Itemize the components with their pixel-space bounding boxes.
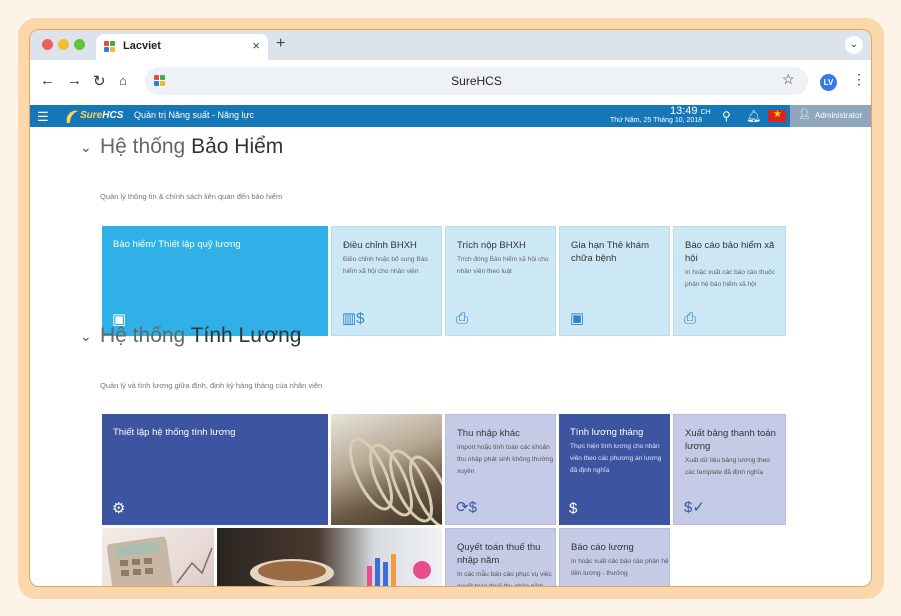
coin-cycle-icon: ⟳$ — [456, 499, 477, 516]
back-arrow-icon[interactable]: ← — [40, 72, 55, 89]
tile-insurance-report[interactable]: Báo cáo bảo hiểm xã hội In hoặc xuất các… — [673, 226, 786, 336]
lacviet-favicon-icon — [104, 41, 116, 53]
browser-menu-icon[interactable]: ⋮ — [852, 71, 866, 88]
calculator-photo — [102, 528, 214, 586]
tile-monthly-payroll[interactable]: Tính lương tháng Thực hiện tính lương ch… — [559, 414, 670, 525]
coffee-laptop-photo — [217, 528, 442, 586]
dollar-check-icon: $✓ — [684, 499, 705, 516]
clock-time: 13:49 CH — [670, 105, 711, 117]
collapse-payroll-chevron-icon[interactable]: ⌄ — [80, 328, 92, 345]
tab-close-icon[interactable]: × — [252, 38, 260, 53]
profile-avatar[interactable]: LV — [820, 74, 837, 91]
tab-search-chevron-icon[interactable]: ⌄ — [845, 36, 863, 54]
bookmark-star-icon[interactable]: ☆ — [782, 71, 795, 88]
vietnam-flag-icon[interactable]: ★ — [768, 109, 786, 122]
browser-tab[interactable]: Lacviet × — [96, 34, 268, 60]
money-icon: ▣ — [570, 310, 585, 327]
module-title[interactable]: Quản trị Năng suất - Năng lực — [134, 110, 254, 120]
user-name: Administrator — [815, 111, 863, 120]
tile-payroll-setup[interactable]: Thiết lập hệ thống tính lương ⚙ — [102, 414, 328, 525]
bell-icon[interactable]: 🔔︎ — [746, 109, 761, 123]
home-icon[interactable]: ⌂ — [119, 73, 127, 88]
minimize-window-button[interactable] — [58, 39, 69, 50]
printer-icon: ⎙ — [684, 310, 697, 327]
tile-adjust-bhxh[interactable]: Điều chỉnh BHXH Điều chỉnh hoặc bổ sung … — [331, 226, 442, 336]
tab-title: Lacviet — [123, 40, 161, 52]
money-bag-icon: $ — [569, 500, 578, 517]
tile-insurance-setup[interactable]: Bảo hiểm/ Thiết lập quỹ lương ▣ — [102, 226, 328, 336]
document-people-icon: ⎙ — [456, 310, 469, 327]
tile-annual-tax-settlement[interactable]: Quyết toán thuế thu nhập năm In các mẫu … — [445, 528, 556, 586]
search-icon[interactable]: ⚲ — [722, 109, 731, 123]
tile-payroll-report[interactable]: Báo cáo lương In hoặc xuất các báo cáo p… — [559, 528, 670, 586]
clock-date: Thứ Năm, 25 Tháng 10, 2018 — [610, 117, 703, 124]
url-input[interactable]: SureHCS — [145, 67, 808, 95]
main-content: ⌄ Hệ thống Bảo Hiểm Quản lý thông tin & … — [30, 127, 871, 586]
tile-renew-health-card[interactable]: Gia hạn Thẻ khám chữa bệnh ▣ — [559, 226, 670, 336]
app-header: ☰ SureHCS Quản trị Năng suất - Năng lực … — [30, 105, 871, 127]
maximize-window-button[interactable] — [74, 39, 85, 50]
insurance-section-subtitle: Quản lý thông tin & chính sách liên quan… — [100, 192, 283, 201]
forward-arrow-icon[interactable]: → — [67, 72, 82, 89]
money-building-icon: ▥$ — [342, 310, 365, 327]
user-icon: 👤︎ — [798, 109, 811, 120]
address-bar: ← → ↻ ⌂ SureHCS ☆ LV ⋮ — [30, 60, 871, 104]
payroll-section-subtitle: Quản lý và tính lương giữa định, định kỳ… — [100, 381, 323, 390]
tile-other-income[interactable]: Thu nhập khác Import hoặc tính toán các … — [445, 414, 556, 525]
new-tab-button[interactable]: + — [276, 35, 285, 53]
menu-icon[interactable]: ☰ — [37, 109, 49, 125]
tab-bar: Lacviet × + ⌄ — [30, 30, 871, 60]
user-menu[interactable]: 👤︎ Administrator — [790, 105, 871, 127]
close-window-button[interactable] — [42, 39, 53, 50]
surehcs-logo[interactable]: SureHCS — [64, 107, 124, 125]
coins-photo — [331, 414, 442, 525]
payroll-section-title: Hệ thống Tính Lương — [100, 324, 302, 347]
tile-export-payslip[interactable]: Xuất bảng thanh toán lương Xuất dữ liệu … — [673, 414, 786, 525]
gear-user-icon: ⚙ — [112, 500, 126, 517]
url-text: SureHCS — [451, 74, 502, 88]
tile-contribute-bhxh[interactable]: Trích nộp BHXH Trích đóng Bảo hiểm xã hộ… — [445, 226, 556, 336]
insurance-section-title: Hệ thống Bảo Hiểm — [100, 135, 284, 158]
collapse-insurance-chevron-icon[interactable]: ⌄ — [80, 139, 92, 156]
browser-window: Lacviet × + ⌄ ← → ↻ ⌂ SureHCS ☆ LV ⋮ ☰ S… — [29, 29, 872, 587]
reload-icon[interactable]: ↻ — [93, 72, 106, 90]
